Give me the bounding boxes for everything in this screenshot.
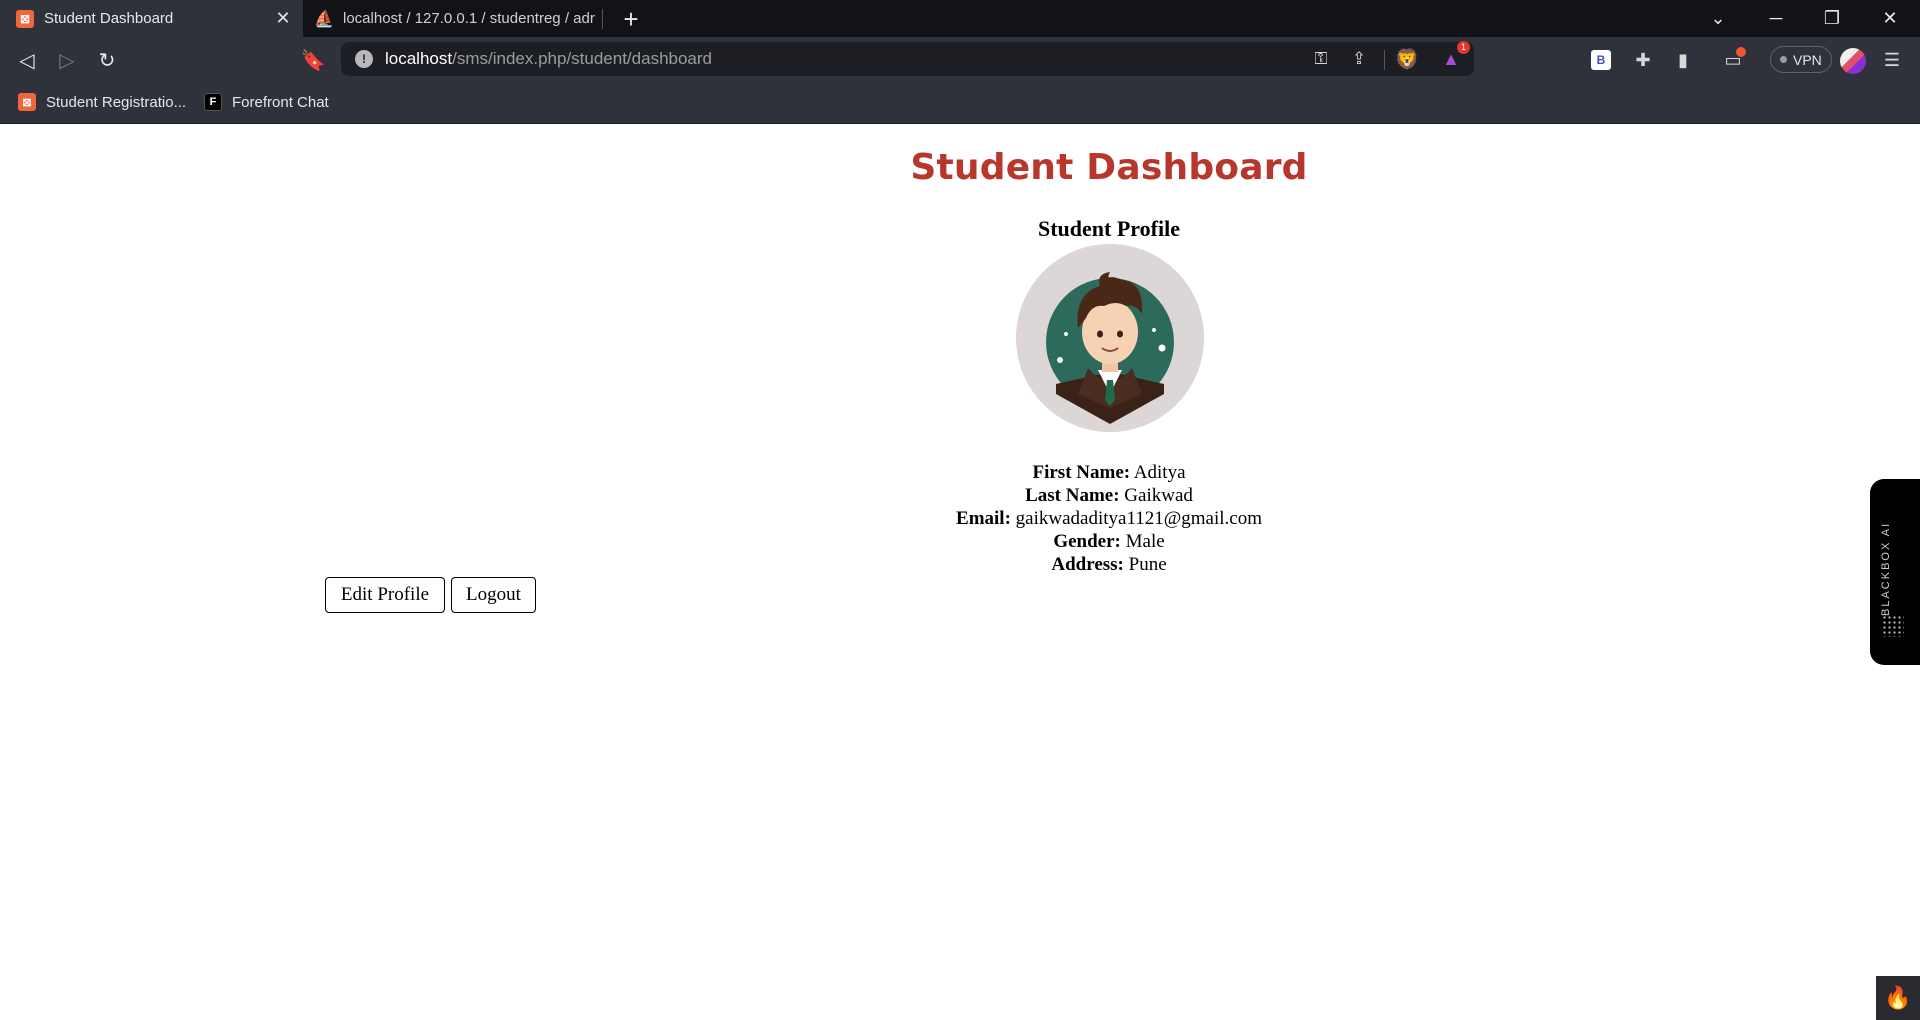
first-name-value: Aditya (1133, 462, 1186, 483)
last-name-row: Last Name: Gaikwad (0, 484, 1920, 507)
logout-button[interactable]: Logout (451, 577, 536, 613)
student-avatar (1016, 244, 1204, 432)
minimize-icon[interactable]: ─ (1748, 0, 1804, 37)
tab-student-dashboard[interactable]: ⊠ Student Dashboard ✕ (0, 0, 303, 37)
brave-rewards-icon[interactable]: ▲ 1 (1436, 41, 1470, 74)
menu-icon[interactable]: ☰ (1877, 45, 1907, 75)
new-tab-icon[interactable]: + (616, 4, 646, 34)
blackbox-ai-label: BLACKBOX AI (1880, 521, 1892, 617)
vpn-button[interactable]: VPN (1770, 46, 1832, 73)
profile-avatar-icon[interactable] (1840, 48, 1866, 74)
address-row: Address: Pune (0, 553, 1920, 576)
edit-profile-button[interactable]: Edit Profile (325, 577, 445, 613)
first-name-label: First Name: (1032, 462, 1131, 483)
address-value: Pune (1128, 554, 1167, 575)
forefront-icon: F (204, 93, 222, 111)
xampp-icon: ⊠ (18, 93, 36, 111)
key-icon[interactable]: ⚿ (1306, 44, 1336, 74)
wallet-notification-dot (1736, 47, 1746, 57)
flame-icon[interactable]: 🔥 (1876, 976, 1920, 1020)
student-avatar-illustration (1016, 244, 1204, 432)
vpn-label: VPN (1793, 51, 1822, 68)
vpn-status-dot (1780, 56, 1787, 63)
profile-heading: Student Profile (1038, 216, 1180, 241)
rewards-badge: 1 (1456, 41, 1470, 54)
profile-info: First Name: Aditya Last Name: Gaikwad Em… (0, 461, 1920, 576)
restore-icon[interactable]: ❐ (1804, 0, 1860, 37)
url-host: localhost (385, 49, 453, 68)
phpmyadmin-icon: ⛵ (314, 10, 334, 28)
tab-strip: ⊠ Student Dashboard ✕ ⛵ localhost / 127.… (0, 0, 1920, 37)
gender-value: Male (1125, 531, 1165, 552)
tab-separator (602, 9, 603, 29)
xampp-icon: ⊠ (16, 9, 34, 28)
bookmark-student-registration[interactable]: ⊠ Student Registratio... (18, 82, 186, 122)
browser-toolbar: ◁ ▷ ↻ 🔖 ! localhost /sms/index.php/stude… (0, 37, 1920, 82)
tab-search-chevron-icon[interactable]: ⌄ (1690, 0, 1746, 37)
close-icon[interactable]: ✕ (271, 7, 295, 31)
address-bar[interactable]: ! localhost /sms/index.php/student/dashb… (341, 42, 1474, 76)
email-label: Email: (956, 508, 1011, 529)
divider (1384, 50, 1385, 70)
url-path: /sms/index.php/student/dashboard (452, 49, 712, 68)
address-label: Address: (1051, 554, 1124, 575)
brave-shields-icon[interactable]: 🦁 (1392, 44, 1422, 74)
wallet-icon[interactable]: ▭ (1718, 45, 1748, 75)
last-name-value: Gaikwad (1124, 485, 1193, 506)
extensions-puzzle-icon[interactable]: ✚ (1628, 45, 1658, 75)
bookmark-label: Forefront Chat (232, 93, 329, 111)
page-title: Student Dashboard (910, 147, 1308, 188)
bookmark-label: Student Registratio... (46, 93, 187, 111)
email-value: gaikwadaditya1121@gmail.com (1015, 508, 1262, 529)
tab-phpmyadmin[interactable]: ⛵ localhost / 127.0.0.1 / studentreg / a… (303, 0, 603, 37)
share-icon[interactable]: ⇪ (1344, 44, 1374, 74)
sidebar-icon[interactable]: ▮ (1668, 45, 1698, 75)
blackbox-logo-icon (1882, 615, 1904, 637)
email-row: Email: gaikwadaditya1121@gmail.com (0, 507, 1920, 530)
bookmark-icon[interactable]: 🔖 (298, 45, 328, 75)
bookmarks-bar: ⊠ Student Registratio... F Forefront Cha… (0, 82, 1920, 124)
bookmark-forefront-chat[interactable]: F Forefront Chat (204, 82, 329, 122)
forward-icon[interactable]: ▷ (52, 45, 82, 75)
last-name-label: Last Name: (1025, 485, 1120, 506)
close-window-icon[interactable]: ✕ (1862, 0, 1918, 37)
reload-icon[interactable]: ↻ (92, 45, 122, 75)
tab-title: Student Dashboard (44, 10, 174, 27)
gender-row: Gender: Male (0, 530, 1920, 553)
site-info-icon[interactable]: ! (355, 50, 373, 68)
page-content: Student Dashboard Student Profile First … (0, 124, 1920, 1020)
first-name-row: First Name: Aditya (0, 461, 1920, 484)
blackbox-ai-widget[interactable]: BLACKBOX AI (1870, 479, 1920, 665)
gender-label: Gender: (1053, 531, 1121, 552)
extension-b-icon[interactable]: B (1586, 45, 1616, 75)
back-icon[interactable]: ◁ (12, 45, 42, 75)
tab-title: localhost / 127.0.0.1 / studentreg / adr (343, 10, 595, 27)
